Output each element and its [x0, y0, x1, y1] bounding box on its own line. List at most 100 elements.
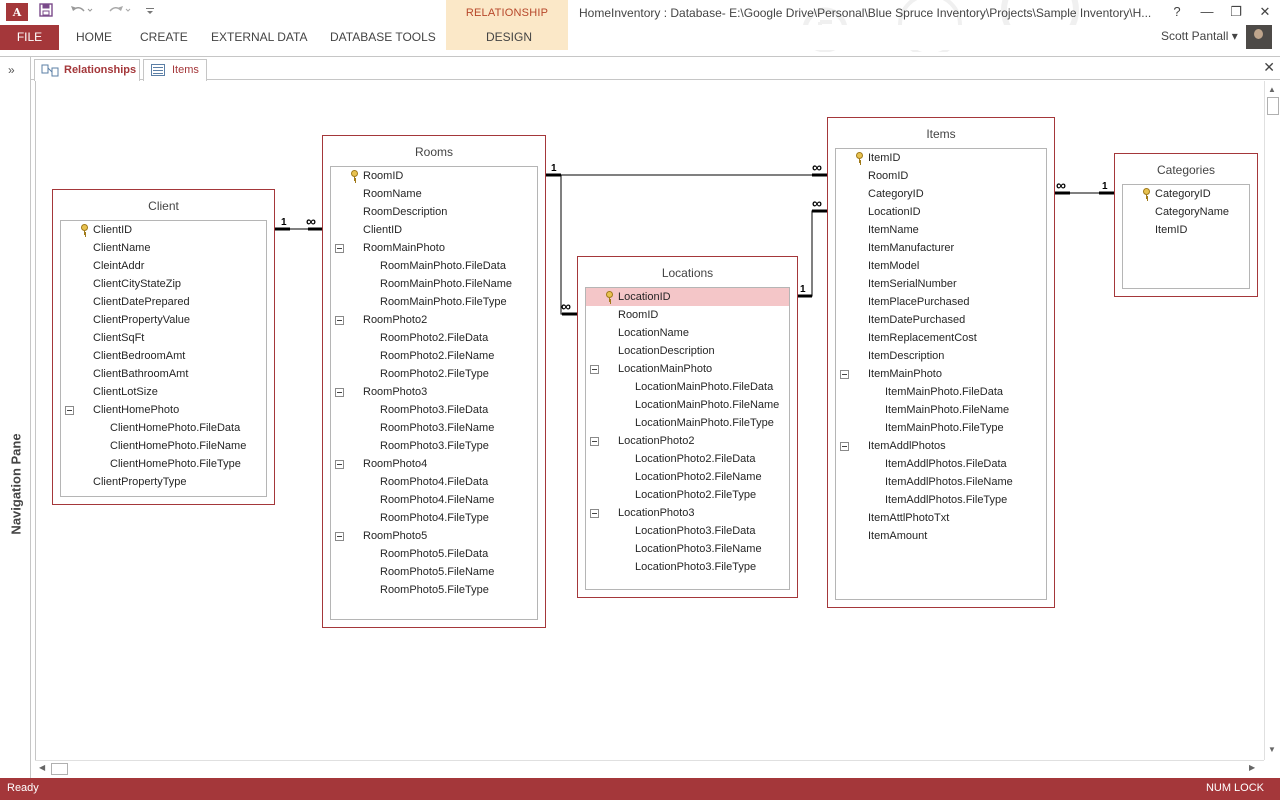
scroll-right-icon[interactable]: ▶	[1249, 763, 1255, 772]
field-row[interactable]: ItemMainPhoto.FileName	[836, 401, 1046, 419]
field-row[interactable]: ClientHomePhoto.FileName	[61, 437, 266, 455]
collapse-icon[interactable]	[65, 406, 74, 415]
table-items[interactable]: Items ItemID RoomID CategoryID LocationID It…	[827, 117, 1055, 608]
tab-external-data[interactable]: EXTERNAL DATA	[211, 25, 307, 50]
field-row[interactable]: RoomName	[331, 185, 537, 203]
access-app-icon[interactable]: A	[6, 3, 28, 21]
field-row[interactable]: ItemManufacturer	[836, 239, 1046, 257]
scroll-down-icon[interactable]: ▼	[1268, 745, 1276, 754]
horizontal-scrollbar[interactable]: ◀ ▶	[35, 760, 1264, 776]
avatar[interactable]	[1246, 25, 1272, 49]
field-row[interactable]: RoomPhoto4.FileType	[331, 509, 537, 527]
table-title[interactable]: Items	[828, 118, 1054, 148]
save-icon[interactable]	[38, 3, 54, 21]
help-button[interactable]: ?	[1166, 2, 1188, 22]
tab-home[interactable]: HOME	[76, 25, 112, 50]
field-list[interactable]: LocationID RoomID LocationName LocationDesc…	[585, 287, 790, 590]
tab-relationships[interactable]: Relationships	[34, 59, 140, 81]
scroll-left-icon[interactable]: ◀	[39, 763, 45, 772]
field-row[interactable]: RoomPhoto3.FileData	[331, 401, 537, 419]
field-row[interactable]: ClientID	[331, 221, 537, 239]
field-row[interactable]: LocationPhoto3.FileData	[586, 522, 789, 540]
field-list[interactable]: CategoryID CategoryName ItemID	[1122, 184, 1250, 289]
field-row[interactable]: RoomPhoto5.FileName	[331, 563, 537, 581]
field-row[interactable]: ItemAddlPhotos.FileName	[836, 473, 1046, 491]
user-account-menu[interactable]: Scott Pantall ▾	[1161, 29, 1238, 43]
field-row[interactable]: RoomPhoto5.FileData	[331, 545, 537, 563]
field-row[interactable]: LocationPhoto3	[586, 504, 789, 522]
collapse-icon[interactable]	[335, 244, 344, 253]
field-row[interactable]: RoomDescription	[331, 203, 537, 221]
table-title[interactable]: Categories	[1115, 154, 1257, 184]
table-title[interactable]: Locations	[578, 257, 797, 287]
close-document-button[interactable]: ✕	[1263, 59, 1275, 76]
field-row[interactable]: RoomPhoto3.FileName	[331, 419, 537, 437]
collapse-icon[interactable]	[590, 365, 599, 374]
field-row[interactable]: ItemAddlPhotos	[836, 437, 1046, 455]
field-row[interactable]: RoomMainPhoto	[331, 239, 537, 257]
field-row[interactable]: ClientBathroomAmt	[61, 365, 266, 383]
field-row[interactable]: RoomPhoto4.FileName	[331, 491, 537, 509]
field-row[interactable]: ClientSqFt	[61, 329, 266, 347]
field-row[interactable]: RoomPhoto2	[331, 311, 537, 329]
tab-create[interactable]: CREATE	[140, 25, 188, 50]
table-title[interactable]: Rooms	[323, 136, 545, 166]
field-row[interactable]: RoomMainPhoto.FileData	[331, 257, 537, 275]
field-list[interactable]: ClientID ClientName CleintAddr ClientCitySt…	[60, 220, 267, 497]
field-row[interactable]: ItemReplacementCost	[836, 329, 1046, 347]
field-row[interactable]: ItemDescription	[836, 347, 1046, 365]
field-row[interactable]: ClientHomePhoto.FileType	[61, 455, 266, 473]
field-row[interactable]: ClientCityStateZip	[61, 275, 266, 293]
table-locations[interactable]: Locations LocationID RoomID LocationName Lo…	[577, 256, 798, 598]
field-row[interactable]: RoomPhoto4	[331, 455, 537, 473]
tab-design[interactable]: DESIGN	[486, 25, 532, 50]
table-client[interactable]: Client ClientID ClientName CleintAddr Clien…	[52, 189, 275, 505]
collapse-icon[interactable]	[590, 509, 599, 518]
field-row[interactable]: ClientName	[61, 239, 266, 257]
close-window-button[interactable]: ✕	[1254, 2, 1276, 22]
field-row[interactable]: LocationMainPhoto.FileName	[586, 396, 789, 414]
field-row[interactable]: ItemAmount	[836, 527, 1046, 545]
field-row[interactable]: ItemSerialNumber	[836, 275, 1046, 293]
tab-database-tools[interactable]: DATABASE TOOLS	[330, 25, 436, 50]
field-row[interactable]: RoomPhoto3.FileType	[331, 437, 537, 455]
undo-icon[interactable]	[68, 3, 94, 21]
field-row[interactable]: RoomPhoto3	[331, 383, 537, 401]
field-row[interactable]: RoomPhoto4.FileData	[331, 473, 537, 491]
field-row[interactable]: ItemDatePurchased	[836, 311, 1046, 329]
collapse-icon[interactable]	[335, 460, 344, 469]
field-row[interactable]: ItemPlacePurchased	[836, 293, 1046, 311]
field-row[interactable]: CleintAddr	[61, 257, 266, 275]
field-row[interactable]: LocationMainPhoto.FileData	[586, 378, 789, 396]
nav-pane-expand-icon[interactable]: »	[8, 63, 15, 77]
field-row[interactable]: LocationPhoto2.FileType	[586, 486, 789, 504]
field-row[interactable]: ClientLotSize	[61, 383, 266, 401]
field-row[interactable]: LocationName	[586, 324, 789, 342]
collapse-icon[interactable]	[840, 442, 849, 451]
field-row[interactable]: ItemID	[836, 149, 1046, 167]
collapse-icon[interactable]	[335, 388, 344, 397]
field-row[interactable]: ClientPropertyType	[61, 473, 266, 491]
field-row[interactable]: RoomPhoto2.FileName	[331, 347, 537, 365]
field-row[interactable]: ItemAttlPhotoTxt	[836, 509, 1046, 527]
field-row[interactable]: RoomMainPhoto.FileType	[331, 293, 537, 311]
field-row[interactable]: ClientHomePhoto	[61, 401, 266, 419]
field-row[interactable]: LocationPhoto2.FileName	[586, 468, 789, 486]
horizontal-scroll-thumb[interactable]	[51, 763, 68, 775]
field-row[interactable]: ItemID	[1123, 221, 1249, 239]
field-row[interactable]: CategoryName	[1123, 203, 1249, 221]
field-row[interactable]: RoomPhoto2.FileData	[331, 329, 537, 347]
tab-items[interactable]: Items	[143, 59, 207, 81]
field-row[interactable]: CategoryID	[836, 185, 1046, 203]
field-row[interactable]: RoomID	[836, 167, 1046, 185]
table-categories[interactable]: Categories CategoryID CategoryName ItemID	[1114, 153, 1258, 297]
field-row[interactable]: LocationPhoto2.FileData	[586, 450, 789, 468]
scroll-up-icon[interactable]: ▲	[1268, 85, 1276, 94]
collapse-icon[interactable]	[840, 370, 849, 379]
field-list[interactable]: ItemID RoomID CategoryID LocationID ItemName…	[835, 148, 1047, 600]
field-row[interactable]: LocationID	[586, 288, 789, 306]
field-row[interactable]: LocationMainPhoto.FileType	[586, 414, 789, 432]
minimize-button[interactable]: —	[1196, 2, 1218, 22]
field-row[interactable]: ClientPropertyValue	[61, 311, 266, 329]
collapse-icon[interactable]	[335, 316, 344, 325]
